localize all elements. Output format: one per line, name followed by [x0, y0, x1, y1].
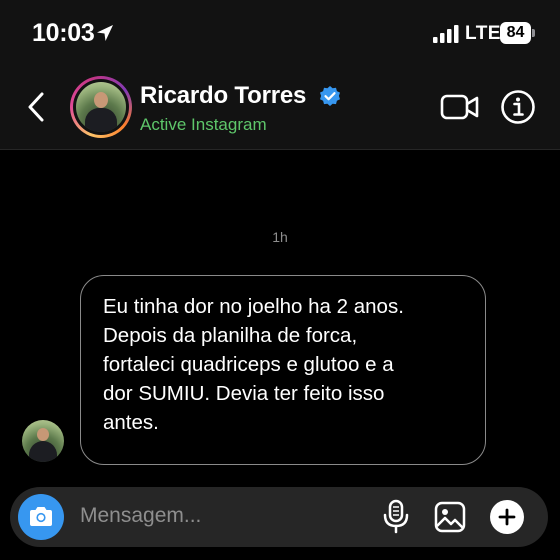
contact-status: Active Instagram: [140, 115, 267, 134]
avatar-photo: [76, 82, 126, 132]
message-line: Depois da planilha de forca,: [103, 324, 358, 347]
back-arrow-icon: [28, 92, 44, 122]
location-arrow-icon: [97, 25, 113, 41]
status-time: 10:03: [32, 19, 95, 47]
add-button[interactable]: [490, 500, 524, 534]
video-camera-icon[interactable]: [440, 92, 480, 122]
cellular-signal-icon: [433, 25, 459, 43]
message-timestamp: 1h: [272, 229, 288, 245]
battery-level: 84: [506, 24, 525, 41]
message-composer: Mensagem...: [10, 487, 548, 547]
message-line: Eu tinha dor no joelho ha 2 anos.: [103, 295, 404, 318]
image-icon[interactable]: [434, 501, 466, 533]
info-icon[interactable]: [500, 89, 536, 125]
contact-avatar[interactable]: [70, 76, 132, 138]
camera-button[interactable]: [18, 494, 64, 540]
network-type: LTE: [465, 23, 501, 44]
verified-badge-icon: [320, 86, 340, 106]
status-bar: 10:03 LTE 84: [0, 0, 560, 62]
plus-icon: [498, 508, 516, 526]
message-line: dor SUMIU. Devia ter feito isso: [103, 382, 385, 405]
back-button[interactable]: [20, 87, 52, 127]
message-line: antes.: [103, 411, 159, 434]
sender-avatar[interactable]: [22, 420, 64, 462]
battery-indicator: 84: [500, 22, 535, 44]
message-text: Eu tinha dor no joelho ha 2 anos. Depois…: [103, 292, 465, 437]
contact-name[interactable]: Ricardo Torres: [140, 82, 306, 110]
chat-header: Ricardo Torres Active Instagram: [0, 62, 560, 150]
message-bubble[interactable]: Eu tinha dor no joelho ha 2 anos. Depois…: [80, 275, 486, 465]
message-line: fortaleci quadriceps e glutoo e a: [103, 353, 394, 376]
message-input[interactable]: Mensagem...: [80, 504, 340, 528]
camera-icon: [30, 507, 52, 526]
microphone-icon[interactable]: [382, 499, 410, 535]
